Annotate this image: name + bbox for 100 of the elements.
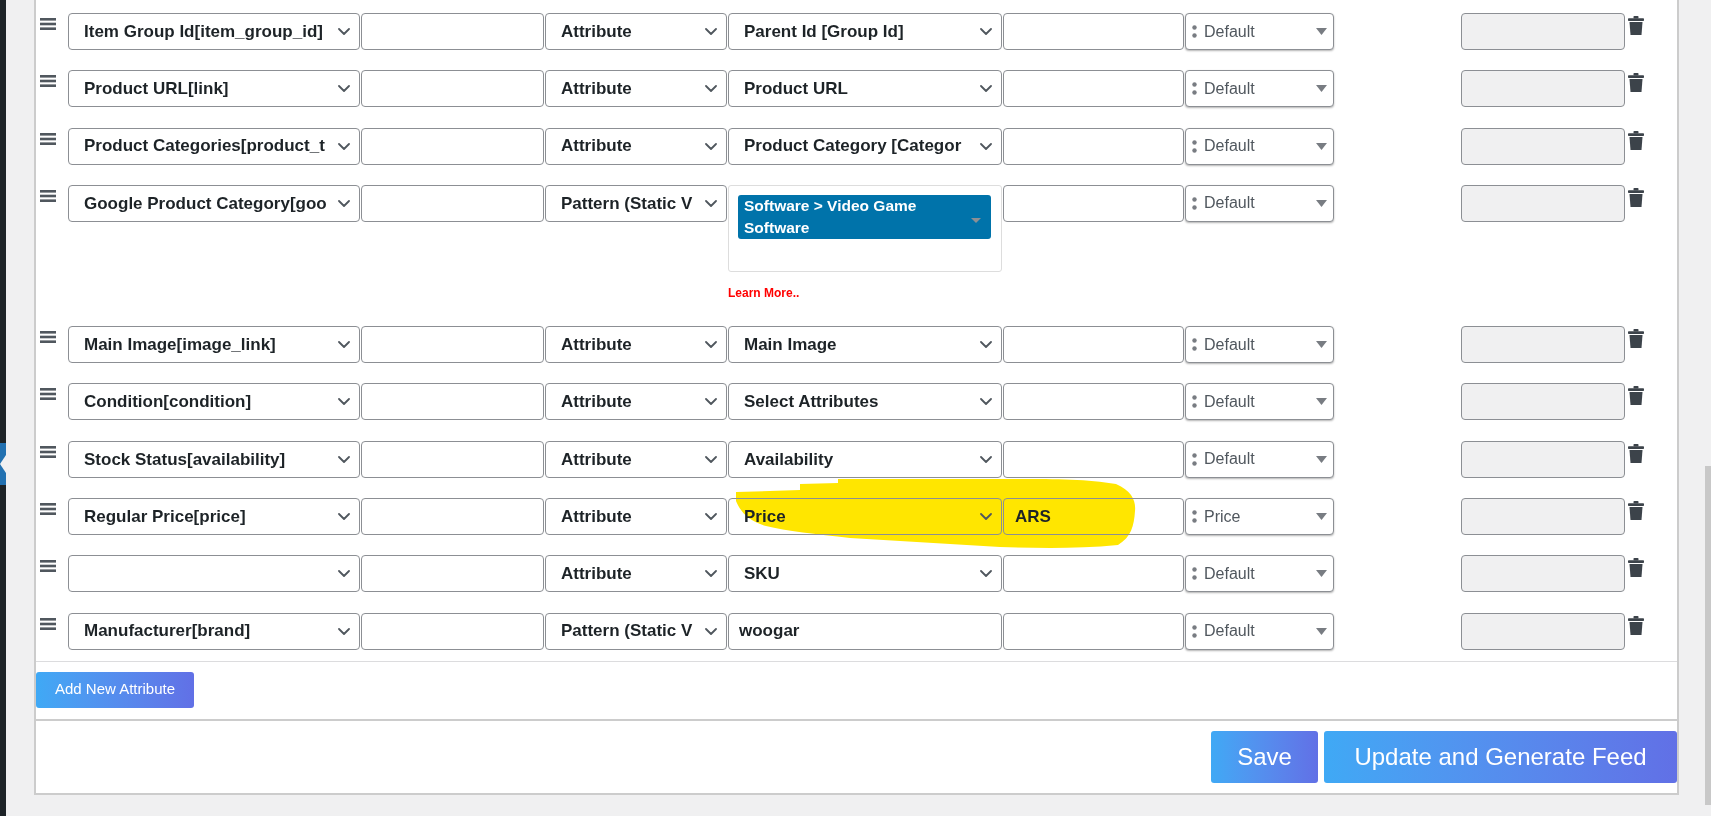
text-field[interactable]: woogar [728, 612, 1002, 650]
trash-icon[interactable] [1628, 386, 1644, 406]
learn-more-link[interactable]: Learn More.. [728, 284, 800, 301]
text-field[interactable] [361, 440, 544, 478]
text-field[interactable] [361, 383, 544, 421]
dropdown[interactable]: SKU [728, 555, 1002, 593]
text-field[interactable] [361, 555, 544, 593]
dropdown[interactable]: Default [1185, 612, 1334, 650]
dropdown[interactable]: Main Image[image_link] [68, 326, 360, 364]
two-dots-icon [1192, 338, 1197, 352]
menu-arrow-icon [0, 455, 6, 473]
text-field[interactable] [361, 127, 544, 165]
text-field[interactable] [361, 612, 544, 650]
text-field[interactable] [1003, 326, 1184, 364]
dropdown[interactable]: Item Group Id[item_group_id] [68, 13, 360, 50]
text-field[interactable] [1003, 383, 1184, 421]
dropdown[interactable]: Default [1185, 555, 1334, 593]
dropdown[interactable]: Attribute [545, 13, 727, 50]
hamburger-icon[interactable] [40, 445, 56, 458]
text-field[interactable] [361, 70, 544, 108]
dropdown[interactable]: Product URL [728, 70, 1002, 108]
chevron-down-icon [980, 85, 992, 93]
dropdown[interactable]: Attribute [545, 383, 727, 421]
multi-select-field[interactable]: Software > Video Game Software [728, 184, 1002, 272]
dropdown[interactable]: Product URL[link] [68, 70, 360, 108]
dropdown[interactable]: Default [1185, 440, 1334, 478]
caret-down-icon [971, 218, 981, 224]
chevron-down-icon [338, 398, 350, 406]
dropdown[interactable]: Default [1185, 13, 1334, 50]
selected-tag[interactable]: Software > Video Game Software [738, 194, 991, 239]
dropdown[interactable]: Google Product Category[goo [68, 184, 360, 222]
scrollbar-thumb[interactable] [1705, 466, 1711, 805]
two-dots-icon [1192, 25, 1197, 38]
chevron-down-icon [705, 455, 717, 463]
chevron-down-icon [705, 341, 717, 349]
hamburger-icon[interactable] [40, 331, 56, 344]
dropdown[interactable]: Price [728, 498, 1002, 536]
dropdown[interactable]: Price [1185, 498, 1334, 536]
text-field[interactable] [361, 184, 544, 222]
text-field[interactable] [361, 326, 544, 364]
dropdown[interactable]: Default [1185, 326, 1334, 364]
hamburger-icon[interactable] [40, 189, 56, 202]
caret-down-icon [1316, 627, 1327, 635]
text-field[interactable] [1003, 13, 1184, 50]
dropdown[interactable]: Default [1185, 184, 1334, 222]
trash-icon[interactable] [1628, 558, 1644, 578]
dropdown[interactable]: Parent Id [Group Id] [728, 13, 1002, 50]
trash-icon[interactable] [1628, 501, 1644, 521]
dropdown[interactable]: Pattern (Static V [545, 612, 727, 650]
hamburger-icon[interactable] [40, 560, 56, 573]
text-field[interactable] [1003, 440, 1184, 478]
dropdown[interactable]: Default [1185, 127, 1334, 165]
dropdown[interactable]: Pattern (Static V [545, 184, 727, 222]
text-field[interactable] [1003, 612, 1184, 650]
hamburger-icon[interactable] [40, 75, 56, 88]
text-field[interactable] [1003, 184, 1184, 222]
text-field[interactable] [1003, 127, 1184, 165]
dropdown[interactable]: Attribute [545, 498, 727, 536]
two-dots-icon [1192, 624, 1197, 638]
two-dots-icon [1192, 395, 1197, 409]
dropdown[interactable]: Condition[condition] [68, 383, 360, 421]
hamburger-icon[interactable] [40, 617, 56, 630]
chevron-down-icon [980, 398, 992, 406]
chevron-down-icon [705, 570, 717, 578]
dropdown[interactable]: Product Category [Categor [728, 127, 1002, 165]
dropdown[interactable]: Attribute [545, 326, 727, 364]
trash-icon[interactable] [1628, 443, 1644, 463]
dropdown[interactable]: Attribute [545, 127, 727, 165]
chevron-down-icon [338, 199, 350, 207]
hamburger-icon[interactable] [40, 503, 56, 516]
trash-icon[interactable] [1628, 329, 1644, 349]
dropdown[interactable]: Default [1185, 70, 1334, 108]
dropdown[interactable]: Attribute [545, 555, 727, 593]
dropdown[interactable]: Attribute [545, 70, 727, 108]
dropdown[interactable]: Stock Status[availability] [68, 440, 360, 478]
hamburger-icon[interactable] [40, 388, 56, 401]
dropdown[interactable]: Availability [728, 440, 1002, 478]
dropdown[interactable]: Attribute [545, 440, 727, 478]
caret-down-icon [1316, 85, 1327, 93]
dropdown[interactable]: Product Categories[product_t [68, 127, 360, 165]
text-field[interactable] [1003, 70, 1184, 108]
trash-icon[interactable] [1628, 615, 1644, 635]
text-field[interactable] [1003, 555, 1184, 593]
trash-icon[interactable] [1628, 187, 1644, 207]
trash-icon[interactable] [1628, 73, 1644, 93]
text-field[interactable] [361, 498, 544, 536]
dropdown[interactable]: Select Attributes [728, 383, 1002, 421]
text-field[interactable] [361, 13, 544, 50]
hamburger-icon[interactable] [40, 18, 56, 30]
dropdown[interactable]: Manufacturer[brand] [68, 612, 360, 650]
chevron-down-icon [705, 28, 717, 35]
trash-icon[interactable] [1628, 16, 1644, 35]
dropdown[interactable]: Regular Price[price] [68, 498, 360, 536]
text-field[interactable]: ARS [1003, 498, 1184, 536]
dropdown[interactable]: Default [1185, 383, 1334, 421]
caret-down-icon [1316, 28, 1327, 35]
dropdown[interactable] [68, 555, 360, 593]
trash-icon[interactable] [1628, 130, 1644, 150]
hamburger-icon[interactable] [40, 132, 56, 145]
dropdown[interactable]: Main Image [728, 326, 1002, 364]
